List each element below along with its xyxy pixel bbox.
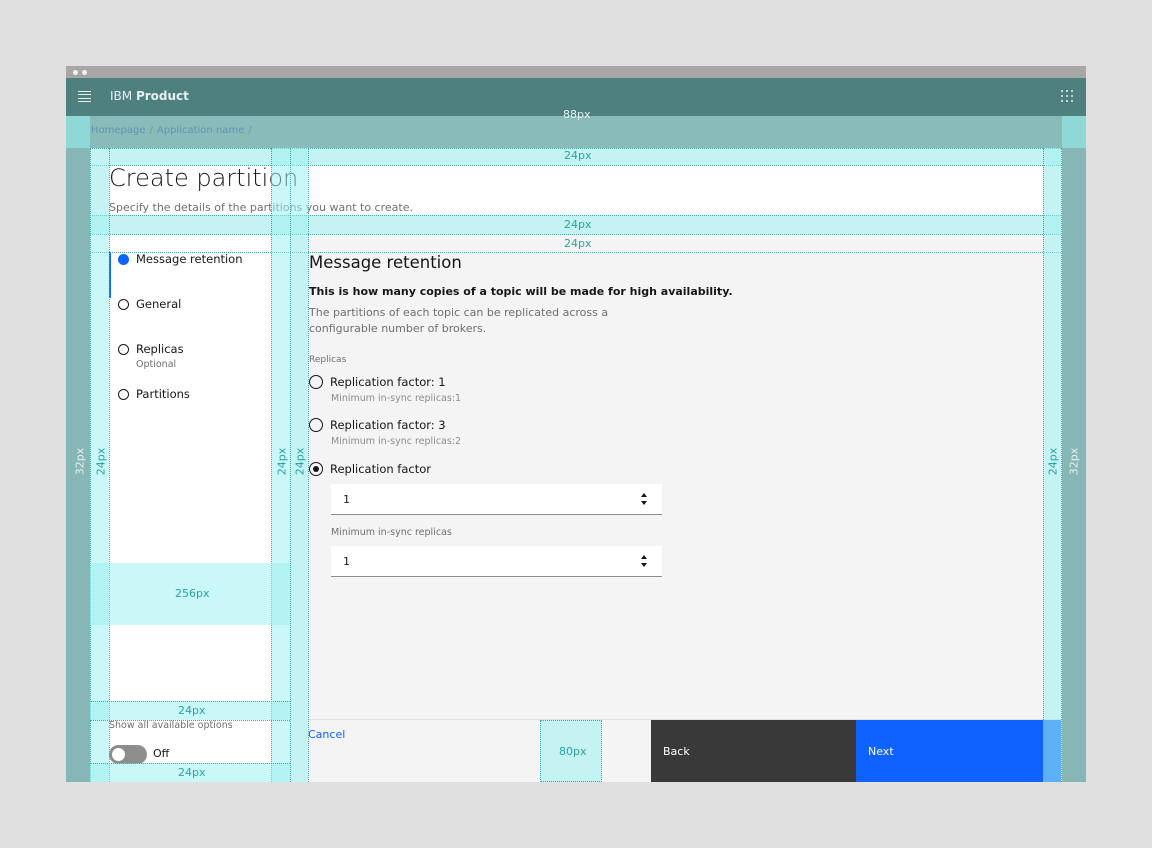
step-incomplete-icon bbox=[118, 389, 129, 400]
breadcrumb-separator: / bbox=[149, 125, 153, 136]
spacing-overlay bbox=[90, 215, 1061, 234]
step-label: Message retention bbox=[136, 252, 243, 266]
step-label: General bbox=[136, 297, 182, 311]
radio-helper: Minimum in-sync replicas:2 bbox=[331, 436, 462, 447]
spacing-overlay bbox=[540, 720, 602, 782]
next-button[interactable]: Next bbox=[856, 720, 1061, 782]
cancel-button[interactable]: Cancel bbox=[308, 728, 345, 741]
breadcrumb-separator: / bbox=[248, 125, 252, 136]
hamburger-menu-icon[interactable] bbox=[78, 91, 91, 102]
annotation-gap: 24px bbox=[564, 237, 592, 250]
radio-label: Replication factor bbox=[330, 462, 431, 476]
min-insync-replicas-field[interactable] bbox=[331, 546, 621, 576]
page-description: Specify the details of the partitions yo… bbox=[109, 201, 413, 214]
shell-header: IBM Product bbox=[66, 78, 1086, 116]
breadcrumb-application-name[interactable]: Application name bbox=[157, 125, 244, 136]
show-options-toggle-group: Show all available options Off bbox=[109, 720, 271, 764]
app-switcher-grid-icon[interactable] bbox=[1061, 90, 1074, 103]
radio-label: Replication factor: 3 bbox=[330, 418, 446, 432]
replication-factor-input[interactable] bbox=[331, 484, 662, 515]
step-label: Partitions bbox=[136, 387, 190, 401]
progress-sidebar bbox=[91, 234, 290, 782]
radio-label: Replication factor: 1 bbox=[330, 375, 446, 389]
window-dot bbox=[73, 70, 78, 75]
number-stepper-icon[interactable] bbox=[640, 555, 648, 567]
brand-prefix: IBM bbox=[110, 89, 133, 103]
toggle-label: Show all available options bbox=[109, 720, 233, 731]
app-window: IBM Product Homepage / Application name / C… bbox=[66, 66, 1086, 782]
back-button[interactable]: Back bbox=[651, 720, 856, 782]
radio-helper: Minimum in-sync replicas:1 bbox=[331, 393, 462, 404]
step-incomplete-icon bbox=[118, 299, 129, 310]
step-optional-label: Optional bbox=[136, 359, 177, 370]
spacing-overlay bbox=[1043, 148, 1061, 782]
min-insync-label: Minimum in-sync replicas bbox=[331, 527, 452, 538]
breadcrumb-homepage[interactable]: Homepage bbox=[91, 125, 146, 136]
annotation-gap: 24px bbox=[293, 447, 307, 476]
show-options-toggle[interactable] bbox=[109, 745, 147, 764]
margin-guide-top-right bbox=[1062, 116, 1086, 148]
section-lead: This is how many copies of a topic will … bbox=[309, 285, 733, 298]
min-insync-replicas-input[interactable] bbox=[331, 546, 662, 577]
step-label: Replicas bbox=[136, 342, 184, 356]
brand-name: Product bbox=[135, 89, 189, 103]
step-current-icon bbox=[118, 254, 129, 265]
replication-factor-field[interactable] bbox=[331, 484, 621, 514]
annotation-footer-height: 80px bbox=[559, 745, 587, 758]
step-incomplete-icon bbox=[118, 344, 129, 355]
section-title: Message retention bbox=[309, 253, 462, 272]
radio-checked-icon bbox=[309, 462, 323, 476]
breadcrumb-bar: Homepage / Application name / bbox=[66, 116, 1086, 148]
page-title: Create partition bbox=[109, 164, 299, 192]
margin-guide-left bbox=[66, 116, 90, 782]
margin-guide-top-left bbox=[66, 116, 90, 148]
spacing-overlay bbox=[90, 148, 1061, 165]
toggle-knob bbox=[112, 748, 125, 761]
toggle-state-text: Off bbox=[153, 747, 170, 760]
product-brand[interactable]: IBM Product bbox=[110, 89, 189, 103]
section-body: The partitions of each topic can be repl… bbox=[309, 306, 609, 335]
annotation-gap: 24px bbox=[1046, 447, 1060, 476]
window-dot bbox=[82, 70, 87, 75]
margin-guide-right bbox=[1062, 116, 1086, 782]
number-stepper-icon[interactable] bbox=[640, 493, 648, 505]
radio-circle-icon bbox=[309, 418, 323, 432]
spacing-overlay bbox=[290, 148, 308, 782]
breadcrumb: Homepage / Application name / bbox=[91, 125, 256, 136]
annotation-gap: 24px bbox=[564, 218, 592, 231]
radio-circle-icon bbox=[309, 375, 323, 389]
annotation-gap: 24px bbox=[564, 149, 592, 162]
window-chrome bbox=[66, 66, 1086, 78]
replicas-group-label: Replicas bbox=[309, 355, 347, 365]
